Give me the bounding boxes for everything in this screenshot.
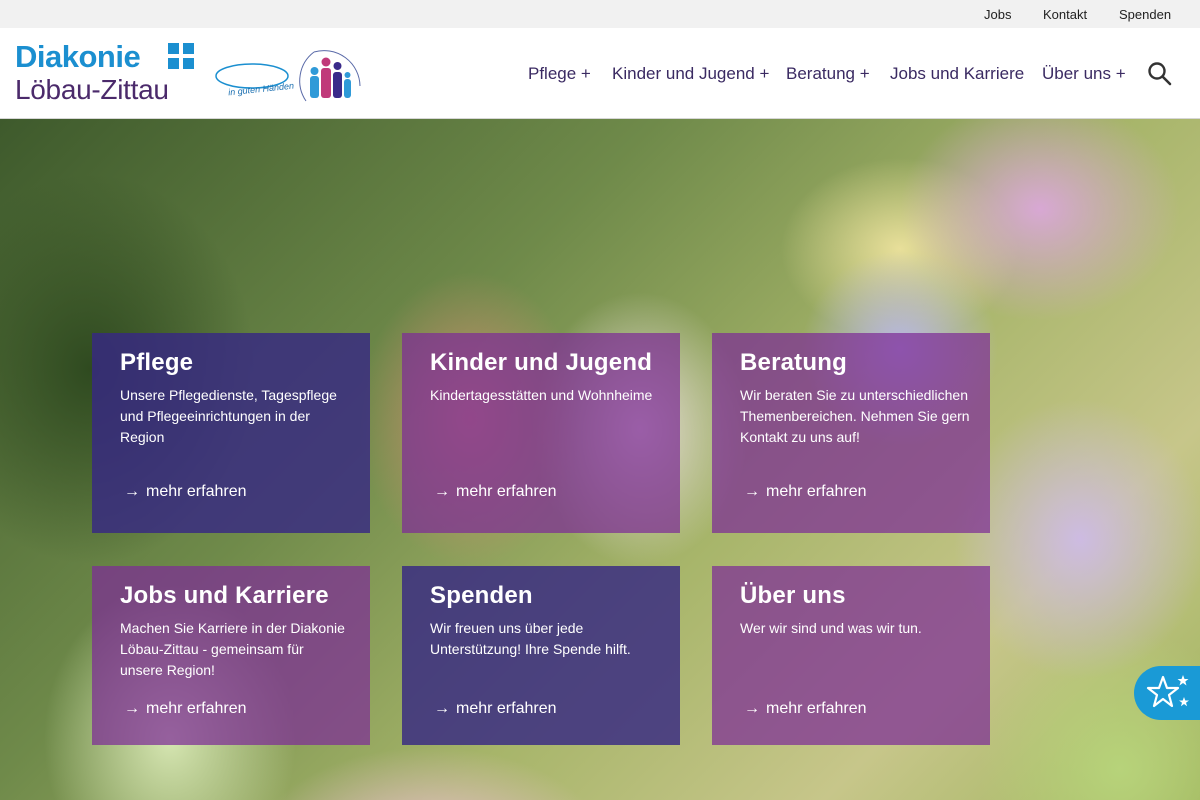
card-title: Pflege	[120, 349, 194, 376]
nav-pflege[interactable]: Pflege +	[528, 64, 591, 84]
card-more-link[interactable]: → mehr erfahren	[744, 700, 867, 718]
card-pflege[interactable]: Pflege Unsere Pflegedienste, Tagespflege…	[92, 333, 370, 533]
topbar-link-jobs[interactable]: Jobs	[984, 7, 1011, 22]
logo-diakonie[interactable]: Diakonie	[15, 41, 141, 72]
arrow-right-icon: →	[434, 700, 450, 717]
card-text: Kindertagesstätten und Wohnheime	[430, 387, 653, 403]
card-ueber-uns[interactable]: Über uns Wer wir sind und was wir tun. →…	[712, 566, 990, 745]
card-more-link[interactable]: → mehr erfahren	[434, 700, 557, 718]
card-text: Wir freuen uns über jede Unterstützung! …	[430, 620, 631, 657]
logo-region[interactable]: Löbau-Zittau	[15, 76, 169, 104]
card-title: Beratung	[740, 349, 847, 376]
floating-stars-button[interactable]	[1134, 666, 1200, 720]
arrow-right-icon: →	[434, 483, 450, 500]
card-text: Wer wir sind und was wir tun.	[740, 620, 922, 636]
card-title: Kinder und Jugend	[430, 349, 653, 376]
card-spenden[interactable]: Spenden Wir freuen uns über jede Unterst…	[402, 566, 680, 745]
card-more-link[interactable]: → mehr erfahren	[124, 700, 247, 718]
card-jobs-und-karriere[interactable]: Jobs und Karriere Machen Sie Karriere in…	[92, 566, 370, 745]
card-kinder-und-jugend[interactable]: Kinder und Jugend Kindertagesstätten und…	[402, 333, 680, 533]
card-more-label: mehr erfahren	[146, 700, 247, 717]
card-title: Spenden	[430, 582, 533, 609]
topbar-link-kontakt[interactable]: Kontakt	[1043, 7, 1087, 22]
card-more-label: mehr erfahren	[766, 700, 867, 717]
arrow-right-icon: →	[124, 483, 140, 500]
card-beratung[interactable]: Beratung Wir beraten Sie zu unterschiedl…	[712, 333, 990, 533]
nav-beratung[interactable]: Beratung +	[786, 64, 870, 84]
arrow-right-icon: →	[744, 700, 760, 717]
arrow-right-icon: →	[124, 700, 140, 717]
card-more-link[interactable]: → mehr erfahren	[744, 483, 867, 501]
card-title: Jobs und Karriere	[120, 582, 329, 609]
top-utility-bar: Jobs Kontakt Spenden	[0, 0, 1200, 28]
site-header: Diakonie Löbau-Zittau in guten Händen Pf…	[0, 28, 1200, 119]
magnifier-icon[interactable]	[1147, 61, 1173, 87]
card-text: Machen Sie Karriere in der Diakonie Löba…	[120, 620, 345, 678]
card-more-link[interactable]: → mehr erfahren	[124, 483, 247, 501]
card-title: Über uns	[740, 582, 846, 609]
card-text: Wir beraten Sie zu unterschiedlichen The…	[740, 387, 970, 445]
nav-kinder-und-jugend[interactable]: Kinder und Jugend +	[612, 64, 769, 84]
diakonie-cross-icon	[168, 43, 194, 69]
card-text: Unsere Pflegedienste, Tagespflege und Pf…	[120, 387, 337, 445]
card-more-label: mehr erfahren	[456, 700, 557, 717]
card-more-link[interactable]: → mehr erfahren	[434, 483, 557, 501]
card-more-label: mehr erfahren	[146, 483, 247, 500]
arrow-right-icon: →	[744, 483, 760, 500]
card-more-label: mehr erfahren	[456, 483, 557, 500]
hero-image: Pflege Unsere Pflegedienste, Tagespflege…	[0, 119, 1200, 800]
nav-ueber-uns[interactable]: Über uns +	[1042, 64, 1126, 84]
card-more-label: mehr erfahren	[766, 483, 867, 500]
quality-seal-logo	[215, 50, 361, 102]
nav-jobs-und-karriere[interactable]: Jobs und Karriere	[890, 64, 1024, 84]
stars-icon	[1146, 675, 1189, 708]
topbar-link-spenden[interactable]: Spenden	[1119, 7, 1171, 22]
